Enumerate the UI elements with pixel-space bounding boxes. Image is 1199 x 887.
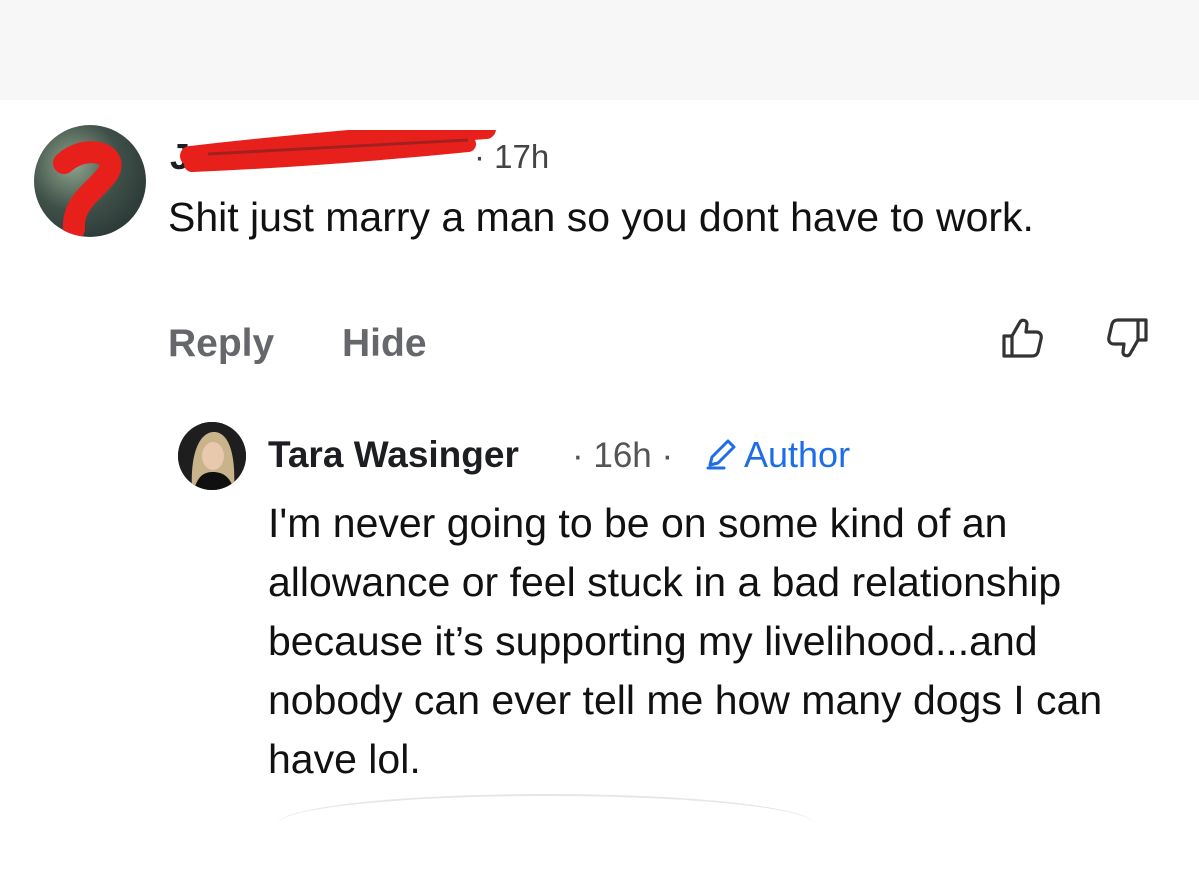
top-blank-band xyxy=(0,0,1199,100)
comment-header: J · 17h xyxy=(168,130,588,180)
reply-button[interactable]: Reply xyxy=(168,322,274,366)
thumbs-up-icon[interactable] xyxy=(998,314,1046,362)
avatar-redaction-scribble xyxy=(53,141,122,237)
thumbs-down-icon[interactable] xyxy=(1104,314,1152,362)
avatar-photo xyxy=(178,422,246,490)
reply-timestamp: · 16h · xyxy=(572,436,674,475)
author-badge: Author xyxy=(704,434,850,478)
hide-button[interactable]: Hide xyxy=(342,322,427,366)
reply-author-avatar[interactable] xyxy=(178,422,246,490)
reply-header: Tara Wasinger · 16h · Author xyxy=(268,432,1148,482)
author-badge-label: Author xyxy=(744,434,851,475)
reply-text: I'm never going to be on some kind of an… xyxy=(268,500,1103,782)
comment-timestamp: · 17h xyxy=(474,138,550,175)
name-redaction-scribble xyxy=(180,130,496,172)
comment-text: Shit just marry a man so you dont have t… xyxy=(168,194,1034,240)
comment-actions: Reply Hide xyxy=(168,318,1158,372)
reply-author-name[interactable]: Tara Wasinger xyxy=(268,434,519,476)
pencil-icon xyxy=(706,439,736,470)
commenter-avatar[interactable] xyxy=(34,125,146,237)
